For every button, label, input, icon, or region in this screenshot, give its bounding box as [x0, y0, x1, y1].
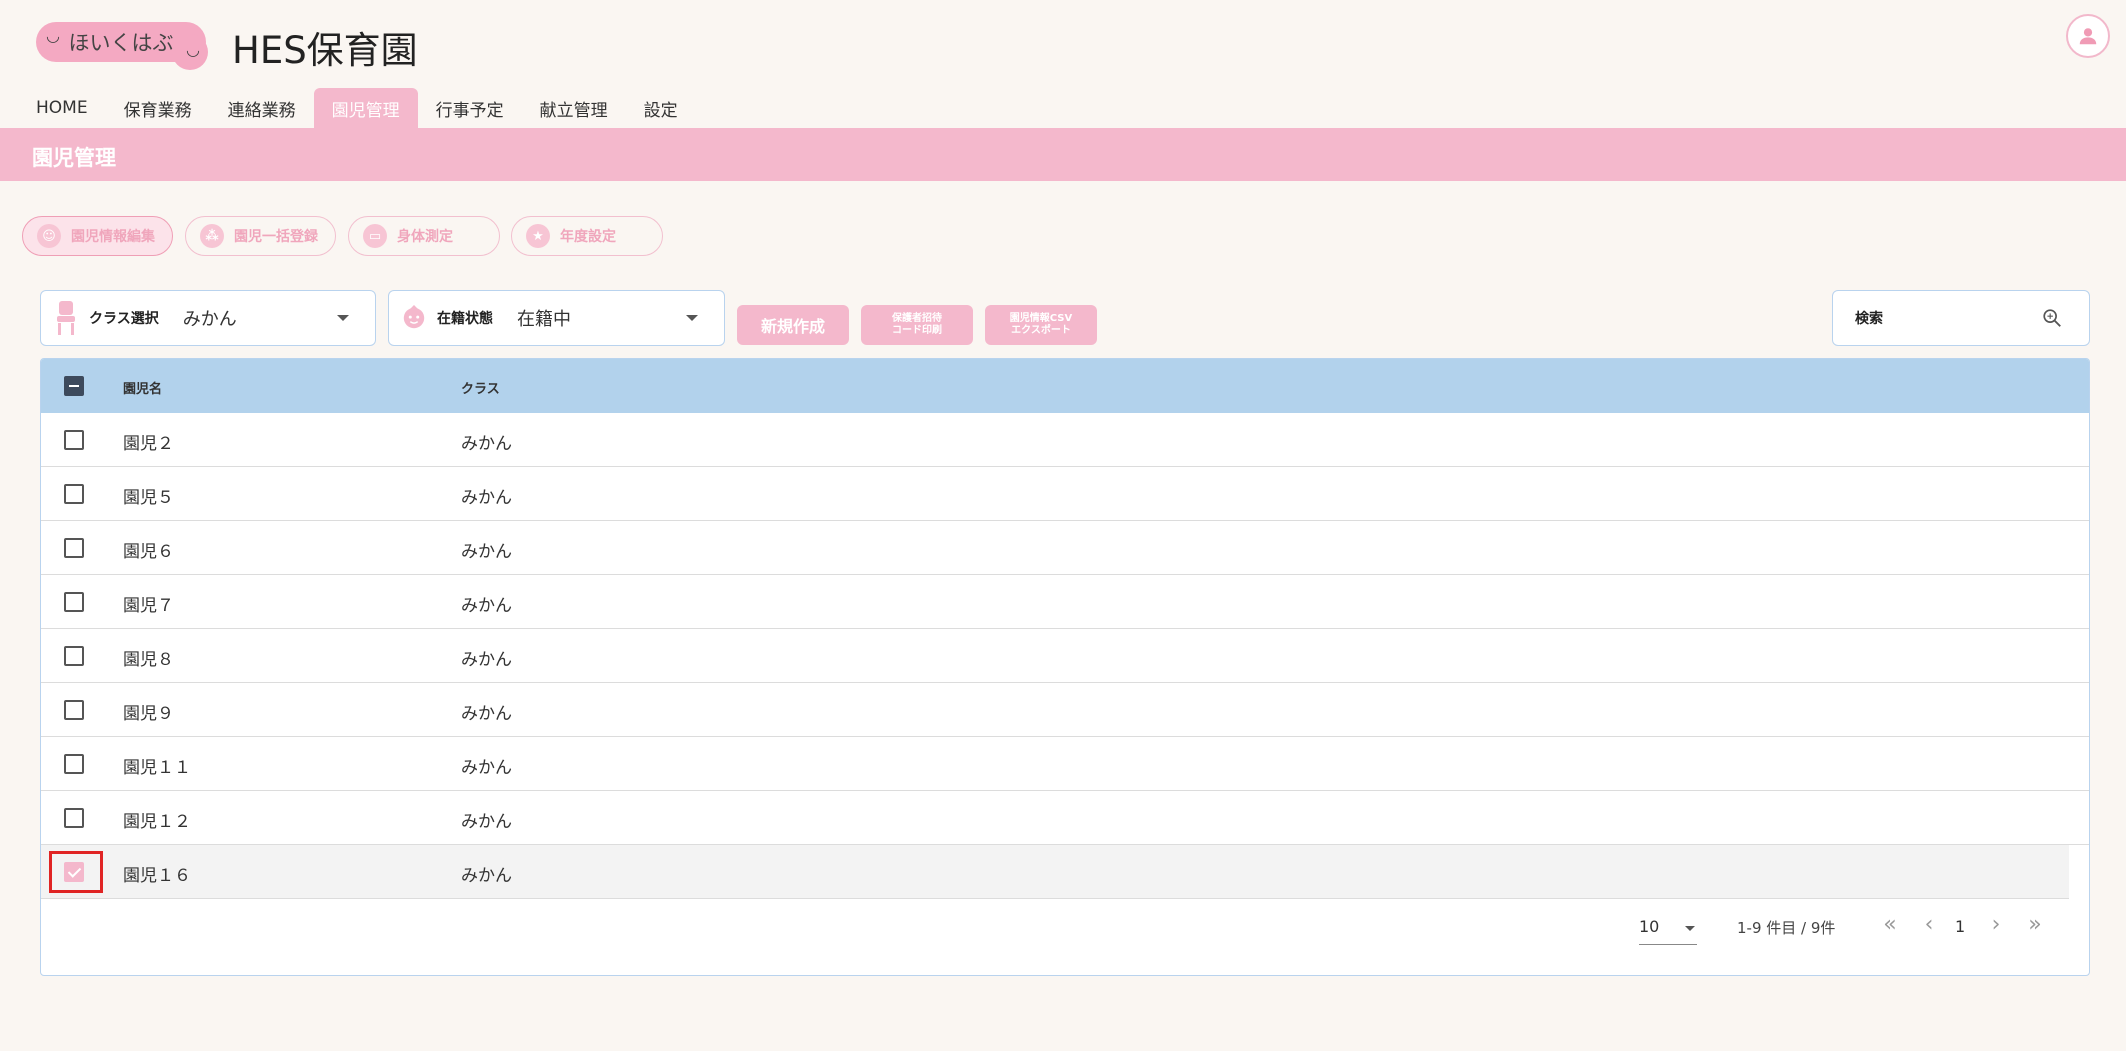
table-row[interactable]: 園児１２ みかん: [41, 791, 2089, 845]
row-checkbox[interactable]: [64, 646, 84, 666]
table-row[interactable]: 園児８ みかん: [41, 629, 2089, 683]
row-checkbox[interactable]: [64, 754, 84, 774]
child-class: みかん: [461, 812, 512, 832]
body-measure-button[interactable]: ▭ 身体測定: [348, 216, 500, 256]
new-create-button[interactable]: 新規作成: [737, 305, 849, 345]
rows-per-page-select[interactable]: 10: [1639, 915, 1697, 945]
tab-menu[interactable]: 献立管理: [522, 88, 626, 128]
row-checkbox[interactable]: [64, 538, 84, 558]
page-title: 園児管理: [32, 146, 116, 170]
chevron-down-icon: [686, 315, 698, 321]
csv-export-line1: 園児情報CSV: [1009, 313, 1073, 324]
edit-child-info-button[interactable]: ☺ 園児情報編集: [22, 216, 173, 256]
children-table: 園児名 クラス 園児２ みかん 園児５ みかん 園児６ みかん 園児７ みかん …: [40, 358, 2090, 976]
child-name: 園児９: [123, 704, 174, 724]
status-select-label: 在籍状態: [437, 311, 493, 327]
status-select[interactable]: 在籍状態 在籍中: [388, 290, 725, 346]
table-row[interactable]: 園児２ みかん: [41, 413, 2089, 467]
status-select-value: 在籍中: [517, 309, 571, 330]
logo-smile-icon: ◡: [46, 26, 60, 45]
child-name: 園児７: [123, 596, 174, 616]
class-select-label: クラス選択: [89, 311, 159, 327]
tab-contact[interactable]: 連絡業務: [210, 88, 314, 128]
child-class: みかん: [461, 758, 512, 778]
table-row[interactable]: 園児９ みかん: [41, 683, 2089, 737]
select-all-checkbox[interactable]: [64, 376, 84, 396]
tab-events[interactable]: 行事予定: [418, 88, 522, 128]
body-measure-label: 身体測定: [397, 229, 453, 245]
child-class: みかん: [461, 650, 512, 670]
last-page-button[interactable]: »: [2022, 912, 2048, 937]
child-class: みかん: [461, 866, 512, 886]
year-settings-label: 年度設定: [560, 229, 616, 245]
child-name: 園児１６: [123, 866, 191, 886]
tab-childcare[interactable]: 保育業務: [106, 88, 210, 128]
invite-code-line2: コード印刷: [892, 325, 942, 336]
csv-export-button[interactable]: 園児情報CSV エクスポート: [985, 305, 1097, 345]
tab-home[interactable]: HOME: [18, 88, 106, 128]
tab-children[interactable]: 園児管理: [313, 88, 418, 128]
logo-text: ほいくはぶ: [68, 31, 174, 55]
pagination-range: 1-9 件目 / 9件: [1737, 919, 1836, 937]
year-settings-button[interactable]: ★ 年度設定: [511, 216, 663, 256]
class-select-value: みかん: [182, 309, 237, 330]
table-row[interactable]: 園児１６ みかん: [41, 845, 2069, 899]
table-header: 園児名 クラス: [41, 359, 2089, 413]
child-class: みかん: [461, 704, 512, 724]
tab-settings[interactable]: 設定: [626, 88, 696, 128]
group-icon: ⁂: [200, 224, 224, 248]
edit-child-info-label: 園児情報編集: [71, 229, 155, 245]
first-page-button[interactable]: «: [1877, 912, 1903, 937]
current-page-number: 1: [1955, 917, 1966, 936]
ruler-icon: ▭: [363, 224, 387, 248]
user-account-icon[interactable]: [2066, 14, 2110, 58]
child-class: みかん: [461, 542, 512, 562]
row-checkbox[interactable]: [64, 700, 84, 720]
rows-per-page-value: 10: [1639, 917, 1660, 936]
child-name: 園児６: [123, 542, 174, 562]
prev-page-button[interactable]: ‹: [1916, 912, 1942, 937]
next-page-button[interactable]: ›: [1983, 912, 2009, 937]
child-class: みかん: [461, 488, 512, 508]
child-class: みかん: [461, 596, 512, 616]
logo-smile-icon: ◡: [186, 40, 200, 59]
table-row[interactable]: 園児７ みかん: [41, 575, 2089, 629]
row-checkbox[interactable]: [64, 862, 84, 882]
child-name: 園児５: [123, 488, 174, 508]
csv-export-line2: エクスポート: [1011, 325, 1071, 336]
chevron-down-icon: [1685, 926, 1695, 931]
row-checkbox[interactable]: [64, 592, 84, 612]
search-icon[interactable]: [2041, 307, 2063, 333]
column-header-name: 園児名: [123, 382, 163, 397]
row-checkbox[interactable]: [64, 808, 84, 828]
org-title: HES保育園: [232, 29, 418, 72]
table-row[interactable]: 園児６ みかん: [41, 521, 2089, 575]
main-nav: HOME 保育業務 連絡業務 園児管理 行事予定 献立管理 設定: [18, 88, 696, 128]
child-name: 園児１２: [123, 812, 191, 832]
chair-icon: [53, 300, 79, 336]
app-logo[interactable]: ◡ ほいくはぶ ◡: [36, 22, 208, 70]
invite-code-print-button[interactable]: 保護者招待 コード印刷: [861, 305, 973, 345]
bulk-register-label: 園児一括登録: [234, 229, 318, 245]
chevron-down-icon: [337, 315, 349, 321]
row-checkbox[interactable]: [64, 484, 84, 504]
table-row[interactable]: 園児５ みかん: [41, 467, 2089, 521]
child-name: 園児２: [123, 434, 174, 454]
child-face-icon: ☺: [37, 224, 61, 248]
search-label: 検索: [1855, 311, 1883, 327]
child-class: みかん: [461, 434, 512, 454]
star-icon: ★: [526, 224, 550, 248]
search-field[interactable]: 検索: [1832, 290, 2090, 346]
row-checkbox[interactable]: [64, 430, 84, 450]
bulk-register-button[interactable]: ⁂ 園児一括登録: [185, 216, 336, 256]
page-banner: 園児管理: [0, 128, 2126, 181]
child-name: 園児１１: [123, 758, 191, 778]
child-name: 園児８: [123, 650, 174, 670]
class-select[interactable]: クラス選択 みかん: [40, 290, 376, 346]
table-row[interactable]: 園児１１ みかん: [41, 737, 2089, 791]
child-status-icon: [401, 300, 427, 336]
invite-code-line1: 保護者招待: [892, 313, 942, 324]
column-header-class: クラス: [461, 382, 500, 397]
